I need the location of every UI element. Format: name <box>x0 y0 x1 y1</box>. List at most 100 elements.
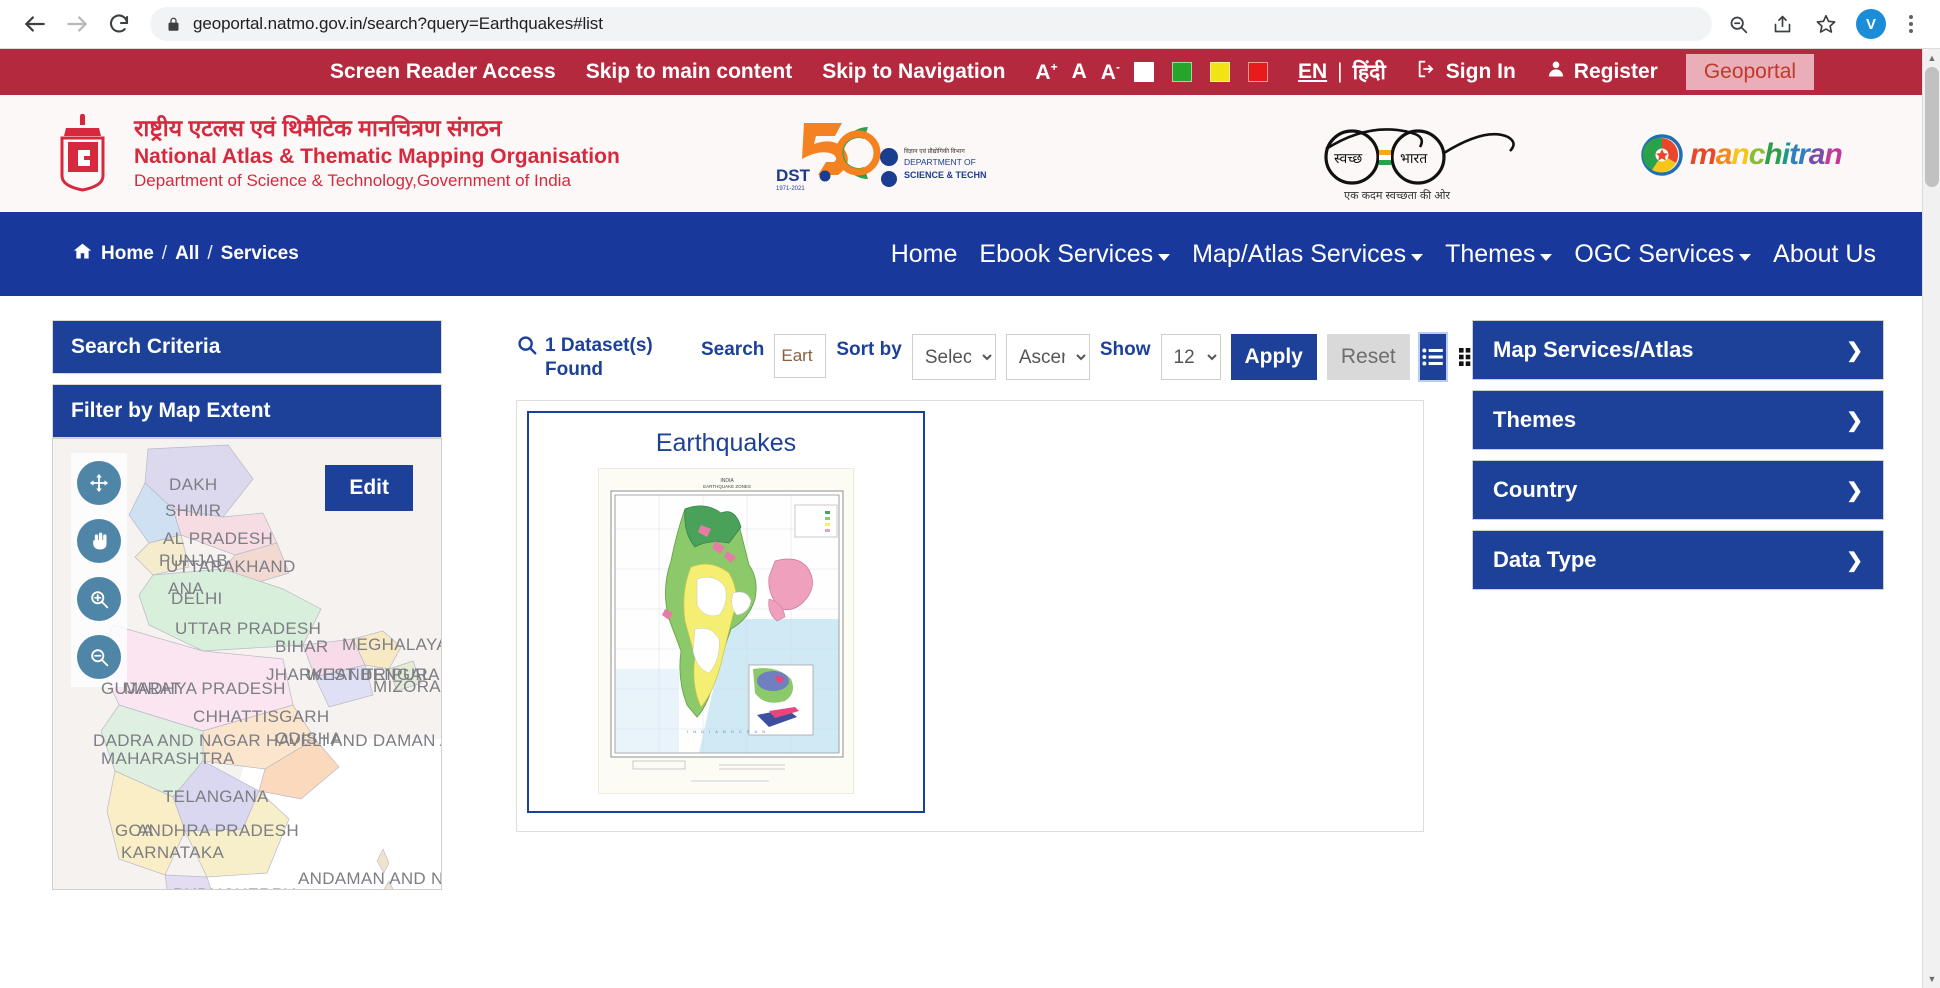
register-button[interactable]: Register <box>1546 59 1658 85</box>
map-state-label: MAHARASHTRA <box>101 749 235 768</box>
browser-actions: V <box>1718 4 1926 44</box>
right-sidebar: Map Services/Atlas ❯ Themes ❯ Country ❯ … <box>1472 320 1884 600</box>
nav-item-map-atlas-services[interactable]: Map/Atlas Services <box>1192 240 1424 269</box>
result-card-title[interactable]: Earthquakes <box>529 429 923 458</box>
map-state-label: AL PRADESH <box>163 529 274 548</box>
skip-to-navigation-link[interactable]: Skip to Navigation <box>822 60 1005 84</box>
language-en-link[interactable]: EN <box>1298 60 1327 84</box>
reset-button[interactable]: Reset <box>1326 334 1410 380</box>
zoom-in-icon[interactable] <box>77 577 121 621</box>
zoom-out-icon[interactable] <box>77 635 121 679</box>
page-scrollbar[interactable]: ▲ ▼ <box>1922 49 1940 988</box>
theme-swatch-yellow[interactable] <box>1209 62 1230 82</box>
svg-text:DST: DST <box>776 166 811 185</box>
filter-panel-data-type-label: Data Type <box>1493 547 1597 572</box>
nav-item-about-us[interactable]: About Us <box>1773 240 1876 269</box>
breadcrumb-separator-1: / <box>161 243 168 264</box>
map-state-label: UTTAR PRADESH <box>175 619 322 638</box>
user-icon <box>1546 59 1566 85</box>
left-sidebar: Search Criteria Filter by Map Extent Edi… <box>52 320 442 890</box>
thumb-subtitle: EARTHQUAKE ZONES <box>703 484 751 489</box>
filter-by-map-extent-panel-header[interactable]: Filter by Map Extent <box>52 384 442 438</box>
search-criteria-panel-header[interactable]: Search Criteria <box>52 320 442 374</box>
nav-item-ogc-services[interactable]: OGC Services <box>1574 239 1752 269</box>
share-icon[interactable] <box>1762 4 1802 44</box>
india-earthquakes-map-thumbnail[interactable]: INDIA EARTHQUAKE ZONES I N D I A N O C E… <box>598 467 854 794</box>
nav-item-themes[interactable]: Themes <box>1445 239 1553 269</box>
url-text: geoportal.natmo.gov.in/search?query=Eart… <box>193 14 603 33</box>
map-state-label: DADRA AND NAGAR HAVELI AND DAMAN AND DIU <box>93 731 441 750</box>
filter-panel-data-type[interactable]: Data Type ❯ <box>1472 530 1884 590</box>
screen-reader-access-link[interactable]: Screen Reader Access <box>330 60 556 84</box>
filter-panel-country[interactable]: Country ❯ <box>1472 460 1884 520</box>
sort-order-select[interactable]: Ascen <box>1005 334 1090 380</box>
swachh-bharat-logo[interactable]: स्वच्छ भारत एक कदम स्वच्छता की ओर <box>1300 117 1540 205</box>
filter-panel-country-label: Country <box>1493 477 1578 502</box>
sort-field-select[interactable]: Select <box>911 334 996 380</box>
filter-panel-themes[interactable]: Themes ❯ <box>1472 390 1884 450</box>
manchitran-logo[interactable]: manchitran <box>1640 132 1850 178</box>
result-card-earthquakes[interactable]: Earthquakes INDIA EARTHQUAKE ZONES I N D… <box>527 410 925 813</box>
map-extent-widget[interactable]: Edit DAKH SHMIR AL PRADESH PUNJAB UTTARAKHAN… <box>52 438 442 890</box>
nav-item-home[interactable]: Home <box>891 240 958 269</box>
map-state-label: PUDUCHERRY <box>173 885 296 889</box>
breadcrumb-item-services[interactable]: Services <box>221 243 299 265</box>
address-bar[interactable]: geoportal.natmo.gov.in/search?query=Eart… <box>150 7 1712 41</box>
scrollbar-down-arrow[interactable]: ▼ <box>1923 970 1940 988</box>
map-controls <box>71 453 127 687</box>
manchitran-wordmark: manchitran <box>1690 138 1843 171</box>
zoom-icon[interactable] <box>1718 4 1758 44</box>
natmo-brand[interactable]: राष्ट्रीय एटलस एवं थिमैटिक मानचित्रण संग… <box>52 114 620 193</box>
breadcrumb-item-all[interactable]: All <box>175 243 199 265</box>
theme-swatch-red[interactable] <box>1247 62 1268 82</box>
forward-arrow-icon[interactable] <box>56 3 98 45</box>
font-normal-button[interactable]: A <box>1072 60 1087 84</box>
font-decrease-label: A <box>1100 60 1116 84</box>
home-icon[interactable] <box>72 241 93 268</box>
scrollbar-up-arrow[interactable]: ▲ <box>1923 49 1940 67</box>
nav-item-ebook-services[interactable]: Ebook Services <box>979 239 1171 269</box>
language-hindi-link[interactable]: हिंदी <box>1353 58 1386 86</box>
scrollbar-thumb[interactable] <box>1925 67 1939 187</box>
dst-50-logo[interactable]: DST 1971-2021 विज्ञान एवं प्रौद्योगिकी व… <box>772 117 1019 193</box>
skip-to-main-content-link[interactable]: Skip to main content <box>586 60 793 84</box>
geoportal-badge[interactable]: Geoportal <box>1685 54 1815 90</box>
map-state-label: DELHI <box>171 589 223 608</box>
org-department: Department of Science & Technology,Gover… <box>134 171 571 191</box>
font-decrease-button[interactable]: A- <box>1101 60 1120 85</box>
reload-icon[interactable] <box>98 3 140 45</box>
filter-panel-map-services-atlas[interactable]: Map Services/Atlas ❯ <box>1472 320 1884 380</box>
nav-item-ogc-services-label: OGC Services <box>1574 239 1735 268</box>
avatar[interactable]: V <box>1856 9 1886 39</box>
theme-swatch-green[interactable] <box>1171 62 1192 82</box>
map-state-label: GOA <box>115 821 154 840</box>
results-list: Earthquakes INDIA EARTHQUAKE ZONES I N D… <box>516 399 1424 832</box>
pan-icon[interactable] <box>77 461 121 505</box>
nav-item-ebook-services-label: Ebook Services <box>979 239 1154 268</box>
search-field-label: Search <box>701 339 765 360</box>
org-name-english: National Atlas & Thematic Mapping Organi… <box>134 145 620 169</box>
nav-item-themes-label: Themes <box>1445 239 1536 268</box>
map-state-label: MADHYA PRADESH <box>124 679 286 698</box>
kebab-menu-icon[interactable] <box>1896 4 1926 44</box>
breadcrumb-separator-2: / <box>207 243 213 264</box>
hand-icon[interactable] <box>77 519 121 563</box>
breadcrumb-item-home[interactable]: Home <box>101 243 154 265</box>
font-increase-label: A <box>1035 60 1051 84</box>
map-state-label: KARNATAKA <box>121 843 225 862</box>
register-label: Register <box>1573 60 1658 83</box>
show-label: Show <box>1099 339 1151 360</box>
font-increase-button[interactable]: A+ <box>1035 60 1057 85</box>
org-name-hindi: राष्ट्रीय एटलस एवं थिमैटिक मानचित्रण संग… <box>134 115 502 142</box>
page-size-select[interactable]: 12 <box>1160 334 1221 380</box>
star-icon[interactable] <box>1806 4 1846 44</box>
search-input[interactable] <box>774 334 827 378</box>
edit-map-extent-button[interactable]: Edit <box>325 465 413 511</box>
font-decrease-sup: - <box>1115 59 1120 74</box>
search-icon <box>516 334 538 363</box>
sign-in-button[interactable]: Sign In <box>1416 58 1516 86</box>
apply-button[interactable]: Apply <box>1230 334 1317 380</box>
list-view-icon[interactable] <box>1417 332 1448 382</box>
back-arrow-icon[interactable] <box>14 3 56 45</box>
theme-swatch-white[interactable] <box>1133 62 1154 82</box>
